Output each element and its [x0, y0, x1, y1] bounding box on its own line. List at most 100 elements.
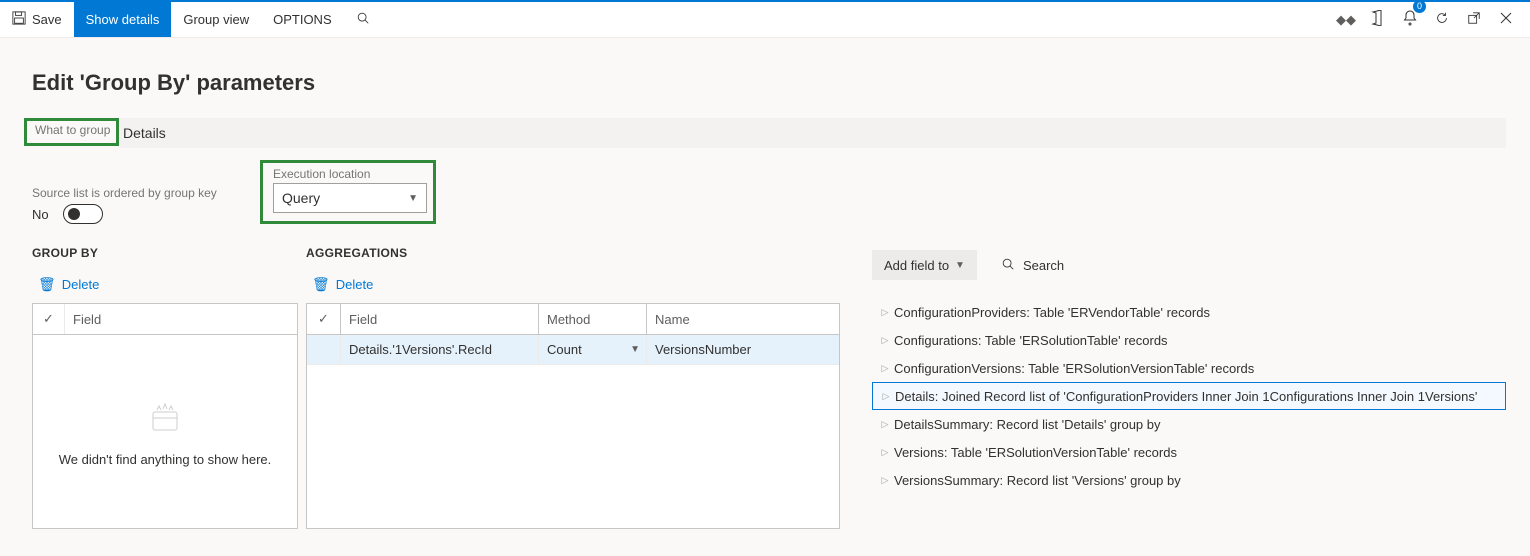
tree-item[interactable]: ▷Details: Joined Record list of 'Configu… — [872, 382, 1506, 410]
search-button[interactable]: Search — [989, 250, 1076, 280]
notifications-badge: 0 — [1413, 0, 1426, 13]
close-button[interactable] — [1492, 6, 1520, 34]
aggregations-field-col[interactable]: Field — [341, 304, 539, 334]
aggregations-name-col[interactable]: Name — [647, 304, 839, 334]
aggregations-row[interactable]: Details.'1Versions'.RecId Count ▼ Versio… — [307, 335, 839, 365]
ordered-by-key-group: Source list is ordered by group key No — [24, 186, 260, 224]
empty-box-icon — [145, 396, 185, 436]
toolbar-left: Save Show details Group view OPTIONS — [0, 2, 382, 37]
group-by-check-col[interactable]: ✓ — [33, 304, 65, 334]
add-field-to-label: Add field to — [884, 258, 949, 273]
tree-item-label: Configurations: Table 'ERSolutionTable' … — [894, 333, 1168, 348]
add-field-to-button[interactable]: Add field to ▼ — [872, 250, 977, 280]
connector-icon-button[interactable]: ◆◆ — [1332, 6, 1360, 34]
aggregations-grid: ✓ Field Method Name Details.'1Versions'.… — [306, 303, 840, 529]
options-label: OPTIONS — [273, 12, 332, 27]
tree-item-label: ConfigurationProviders: Table 'ERVendorT… — [894, 305, 1210, 320]
toolbar-search-button[interactable] — [344, 2, 382, 37]
group-by-grid-header: ✓ Field — [33, 304, 297, 335]
group-by-empty: We didn't find anything to show here. — [33, 335, 297, 528]
tree-item-label: DetailsSummary: Record list 'Details' gr… — [894, 417, 1161, 432]
what-to-group-label: What to group — [35, 123, 112, 137]
aggregations-section: AGGREGATIONS 🗑 Delete ✓ Field Method Nam… — [306, 246, 840, 529]
group-view-label: Group view — [183, 12, 249, 27]
group-by-section: GROUP BY 🗑 Delete ✓ Field We didn't find… — [32, 246, 298, 529]
refresh-icon — [1435, 11, 1449, 28]
expand-icon[interactable]: ▷ — [876, 475, 894, 486]
chevron-down-icon: ▼ — [630, 344, 640, 355]
group-by-delete-label: Delete — [62, 277, 100, 292]
save-icon — [12, 11, 26, 28]
aggregations-check-col[interactable]: ✓ — [307, 304, 341, 334]
tree-item-label: Details: Joined Record list of 'Configur… — [895, 389, 1477, 404]
refresh-button[interactable] — [1428, 6, 1456, 34]
expand-icon[interactable]: ▷ — [876, 335, 894, 346]
aggregations-row-field[interactable]: Details.'1Versions'.RecId — [341, 335, 539, 364]
page-title: Edit 'Group By' parameters — [32, 70, 1506, 96]
aggregations-row-method[interactable]: Count ▼ — [539, 335, 647, 364]
tree-item[interactable]: ▷ConfigurationProviders: Table 'ERVendor… — [872, 298, 1506, 326]
group-by-grid: ✓ Field We didn't find anything to show … — [32, 303, 298, 529]
aggregations-method-col[interactable]: Method — [539, 304, 647, 334]
toggle-knob — [68, 208, 80, 220]
tree-item[interactable]: ▷DetailsSummary: Record list 'Details' g… — [872, 410, 1506, 438]
aggregations-heading: AGGREGATIONS — [306, 246, 840, 260]
popout-icon — [1467, 11, 1481, 28]
tree-item[interactable]: ▷Versions: Table 'ERSolutionVersionTable… — [872, 438, 1506, 466]
expand-icon[interactable]: ▷ — [877, 391, 895, 402]
aggregations-grid-header: ✓ Field Method Name — [307, 304, 839, 335]
options-button[interactable]: OPTIONS — [261, 2, 344, 37]
what-to-group-field[interactable]: Details — [119, 118, 1506, 148]
aggregations-row-method-value: Count — [547, 342, 582, 357]
app-toolbar: Save Show details Group view OPTIONS ◆◆ … — [0, 2, 1530, 38]
save-button[interactable]: Save — [0, 2, 74, 37]
tree-item[interactable]: ▷ConfigurationVersions: Table 'ERSolutio… — [872, 354, 1506, 382]
tree-item[interactable]: ▷Configurations: Table 'ERSolutionTable'… — [872, 326, 1506, 354]
aggregations-row-check[interactable] — [307, 335, 341, 364]
aggregations-row-name[interactable]: VersionsNumber — [647, 335, 839, 364]
notifications-button[interactable]: 0 — [1396, 6, 1424, 34]
datasource-tree: ▷ConfigurationProviders: Table 'ERVendor… — [872, 298, 1506, 494]
execution-location-dropdown[interactable]: Query ▼ — [273, 183, 427, 213]
search-icon — [356, 11, 370, 28]
what-to-group-highlight: What to group — [24, 118, 119, 146]
ordered-by-key-toggle[interactable] — [63, 204, 103, 224]
expand-icon[interactable]: ▷ — [876, 419, 894, 430]
tree-item[interactable]: ▷VersionsSummary: Record list 'Versions'… — [872, 466, 1506, 494]
expand-icon[interactable]: ▷ — [876, 307, 894, 318]
expand-icon[interactable]: ▷ — [876, 363, 894, 374]
show-details-button[interactable]: Show details — [74, 2, 172, 37]
what-to-group-row: What to group Details — [24, 118, 1506, 148]
search-icon — [1001, 257, 1015, 274]
datasource-panel: Add field to ▼ Search ▷ConfigurationProv… — [872, 246, 1506, 529]
datasource-toolbar: Add field to ▼ Search — [872, 250, 1506, 280]
aggregations-delete-button[interactable]: 🗑 Delete — [306, 272, 840, 303]
ordered-by-key-value: No — [32, 207, 49, 222]
close-icon — [1500, 12, 1512, 27]
aggregations-delete-label: Delete — [336, 277, 374, 292]
ordered-by-key-toggle-row: No — [32, 204, 260, 224]
group-view-button[interactable]: Group view — [171, 2, 261, 37]
search-label: Search — [1023, 258, 1064, 273]
ordered-by-key-label: Source list is ordered by group key — [32, 186, 260, 200]
group-by-field-col[interactable]: Field — [65, 304, 297, 334]
tree-item-label: ConfigurationVersions: Table 'ERSolution… — [894, 361, 1254, 376]
tree-item-label: Versions: Table 'ERSolutionVersionTable'… — [894, 445, 1177, 460]
group-by-empty-text: We didn't find anything to show here. — [59, 452, 272, 467]
save-button-label: Save — [32, 12, 62, 27]
trash-icon: 🗑 — [38, 276, 56, 293]
execution-location-highlight: Execution location Query ▼ — [260, 160, 436, 224]
connector-icon: ◆◆ — [1336, 12, 1356, 28]
office-icon — [1371, 10, 1385, 29]
group-by-delete-button[interactable]: 🗑 Delete — [32, 272, 298, 303]
sections: GROUP BY 🗑 Delete ✓ Field We didn't find… — [24, 246, 1506, 529]
office-icon-button[interactable] — [1364, 6, 1392, 34]
expand-icon[interactable]: ▷ — [876, 447, 894, 458]
execution-location-label: Execution location — [273, 167, 427, 181]
page-body: Edit 'Group By' parameters What to group… — [0, 38, 1530, 529]
show-details-label: Show details — [86, 12, 160, 27]
popout-button[interactable] — [1460, 6, 1488, 34]
tree-item-label: VersionsSummary: Record list 'Versions' … — [894, 473, 1181, 488]
execution-location-value: Query — [282, 190, 320, 206]
params-row-2: Source list is ordered by group key No E… — [24, 160, 1506, 224]
